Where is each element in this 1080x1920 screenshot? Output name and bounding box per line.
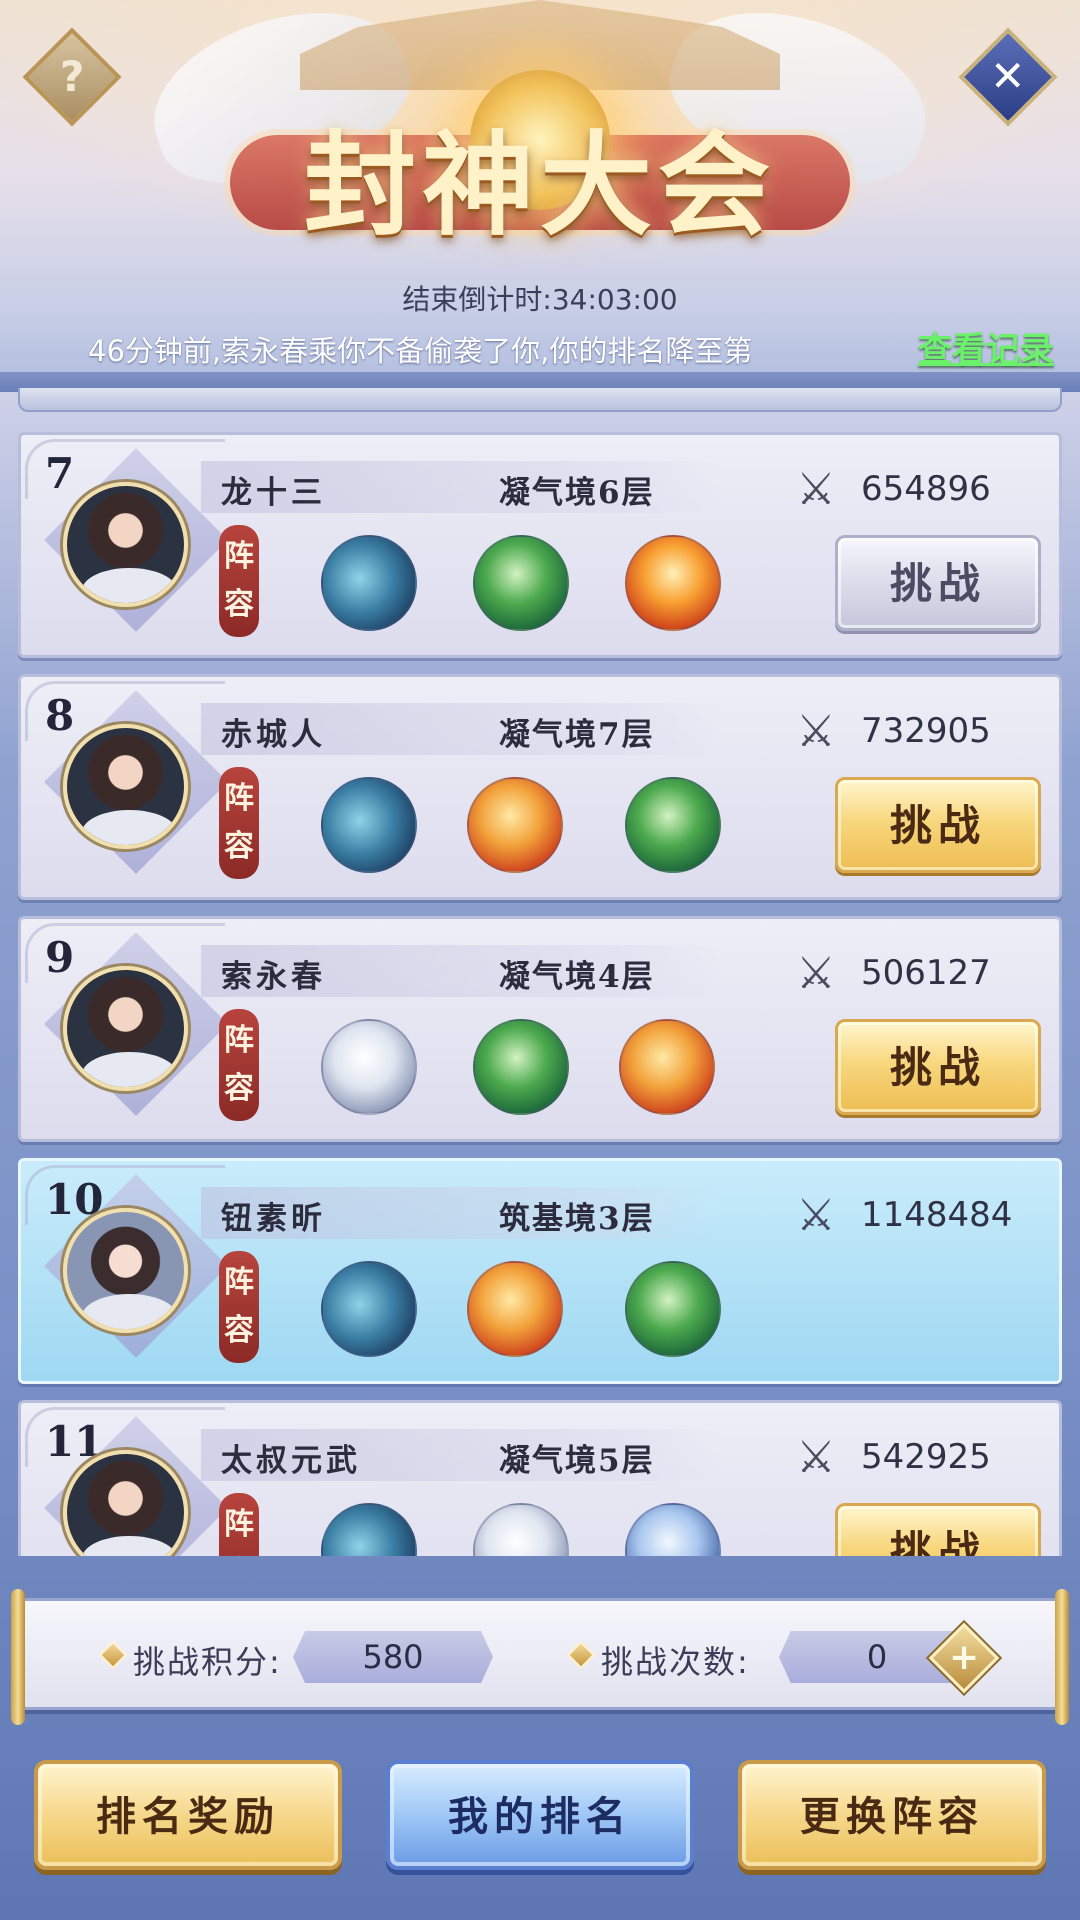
player-realm: 凝气境6层 [499,475,655,511]
scroll-rod-right [1055,1589,1069,1725]
white-tiger-icon[interactable] [321,1019,417,1115]
white-tiger-icon[interactable] [473,1503,569,1556]
lineup-label: 阵容 [219,1251,259,1363]
orange-dragon-icon[interactable] [467,777,563,873]
whale-beast-icon[interactable] [321,535,417,631]
challenge-attempts-label: 挑战次数: [601,1643,750,1681]
player-realm: 凝气境4层 [499,959,655,995]
challenge-button[interactable]: 挑战 [835,1503,1041,1556]
close-icon: ✕ [990,51,1026,101]
combat-power: 542925 [861,1437,991,1477]
question-icon: ? [59,52,85,101]
ranking-row-10-self: 10 钮素昕 筑基境3层 ⚔ 1148484 阵容 [18,1158,1062,1384]
list-previous-card-edge [18,388,1062,412]
player-realm: 凝气境7层 [499,717,655,753]
crossed-swords-icon: ⚔ [796,464,836,515]
change-lineup-button[interactable]: 更换阵容 [738,1760,1046,1870]
combat-power: 1148484 [861,1195,1013,1235]
challenge-points-value: 580 [293,1631,493,1683]
player-name: 赤城人 [221,717,326,753]
whale-beast-icon[interactable] [321,777,417,873]
challenge-button[interactable]: 挑战 [835,777,1041,873]
combat-power: 732905 [861,711,991,751]
diamond-bullet-icon [566,1640,596,1670]
player-realm: 筑基境3层 [499,1201,655,1237]
combat-power: 654896 [861,469,991,509]
view-record-link[interactable]: 查看记录 [918,322,1054,371]
event-title: 封神大会 [304,120,776,251]
crossed-swords-icon: ⚔ [796,1190,836,1241]
ranking-row-7: 7 龙十三 凝气境6层 ⚔ 654896 阵容 挑战 [18,432,1062,658]
green-dragon-icon[interactable] [473,1019,569,1115]
rank-reward-button[interactable]: 排名奖励 [34,1760,342,1870]
player-realm: 凝气境5层 [499,1443,655,1479]
ice-dragon-icon[interactable] [625,1503,721,1556]
rank-number: 7 [45,449,75,498]
player-name: 索永春 [221,959,326,995]
player-name: 龙十三 [221,475,326,511]
green-dragon-icon[interactable] [625,1261,721,1357]
lineup-label: 阵容 [219,767,259,879]
rank-number: 9 [45,933,75,982]
phoenix-icon[interactable] [625,535,721,631]
orange-dragon-icon[interactable] [619,1019,715,1115]
green-dragon-icon[interactable] [625,777,721,873]
player-avatar[interactable] [63,724,188,849]
player-avatar[interactable] [63,966,188,1091]
ranking-row-8: 8 赤城人 凝气境7层 ⚔ 732905 阵容 挑战 [18,674,1062,900]
lineup-label: 阵容 [219,1009,259,1121]
challenge-points-label: 挑战积分: [133,1643,282,1681]
challenge-button[interactable]: 挑战 [835,535,1041,631]
attack-notice: 46分钟前,索永春乘你不备偷袭了你,你的排名降至第 [88,334,753,368]
lineup-label: 阵容 [219,525,259,637]
player-avatar[interactable] [63,1208,188,1333]
combat-power: 506127 [861,953,991,993]
challenge-stats-bar: 挑战积分: 580 挑战次数: 0 + [11,1589,1069,1725]
ranking-list[interactable]: 7 龙十三 凝气境6层 ⚔ 654896 阵容 挑战 8 赤城人 凝气境7层 ⚔… [0,388,1080,1556]
whale-beast-icon[interactable] [321,1261,417,1357]
ranking-row-11: 11 太叔元武 凝气境5层 ⚔ 542925 阵容 挑战 [18,1400,1062,1556]
diamond-bullet-icon [98,1640,128,1670]
orange-dragon-icon[interactable] [467,1261,563,1357]
challenge-button[interactable]: 挑战 [835,1019,1041,1115]
player-name: 钮素昕 [221,1201,326,1237]
crossed-swords-icon: ⚔ [796,706,836,757]
player-avatar[interactable] [63,482,188,607]
player-name: 太叔元武 [221,1443,361,1479]
crossed-swords-icon: ⚔ [796,1432,836,1483]
scroll-rod-left [11,1589,25,1725]
ranking-row-9: 9 索永春 凝气境4层 ⚔ 506127 阵容 挑战 [18,916,1062,1142]
crossed-swords-icon: ⚔ [796,948,836,999]
lineup-label: 阵容 [219,1493,259,1556]
event-header: 封神大会 ? ✕ 结束倒计时:34:03:00 46分钟前,索永春乘你不备偷袭了… [0,0,1080,380]
green-dragon-icon[interactable] [473,535,569,631]
plus-icon: + [948,1636,980,1678]
whale-beast-icon[interactable] [321,1503,417,1556]
rank-number: 8 [45,691,75,740]
countdown-timer: 结束倒计时:34:03:00 [402,283,678,316]
my-rank-button[interactable]: 我的排名 [386,1760,694,1870]
